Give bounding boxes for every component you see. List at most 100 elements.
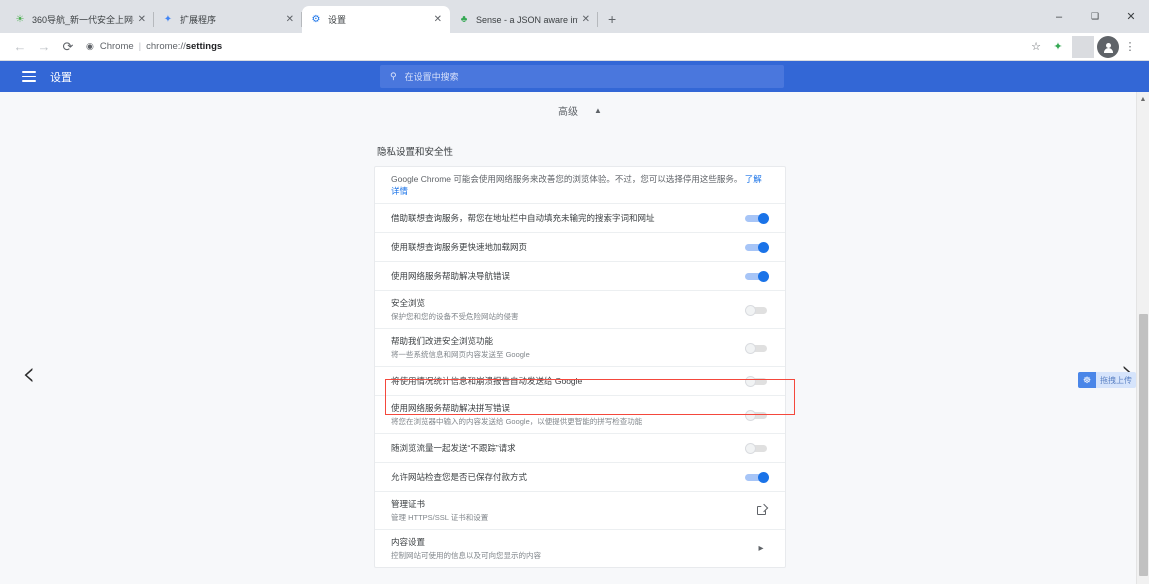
row-title: 内容设置 <box>391 537 426 547</box>
row-text: 帮助我们改进安全浏览功能 将一些系统信息和网页内容发送至 Google <box>391 329 735 366</box>
site-label: Chrome <box>99 41 134 52</box>
privacy-notice-text: Google Chrome 可能会使用网络服务来改善您的浏览体验。不过，您可以选… <box>391 167 769 203</box>
settings-row[interactable]: 管理证书 管理 HTTPS/SSL 证书和设置 <box>375 492 785 530</box>
row-text: 允许网站检查您是否已保存付款方式 <box>391 465 735 489</box>
row-toggle-switch[interactable] <box>745 342 769 354</box>
settings-row[interactable]: 使用网络服务帮助解决拼写错误 将您在浏览器中输入的内容发送给 Google，以便提… <box>375 396 785 434</box>
settings-row[interactable]: 内容设置控制网站可使用的信息以及可向您显示的内容 ▸ <box>375 530 785 567</box>
search-icon: ⚲ <box>390 71 397 81</box>
row-text: 借助联想查询服务，帮您在地址栏中自动填充未输完的搜索字词和网址 <box>391 206 735 230</box>
tab-favicon-icon: ⚙ <box>311 14 321 25</box>
row-title: 使用网络服务帮助解决导航错误 <box>391 271 511 281</box>
tab-close-icon[interactable]: ✕ <box>138 14 146 25</box>
extension-puzzle-icon[interactable]: ✦ <box>1047 36 1069 58</box>
toggle-knob <box>745 376 756 387</box>
settings-row[interactable]: 使用网络服务帮助解决导航错误 <box>375 262 785 291</box>
row-text: 使用网络服务帮助解决拼写错误 将您在浏览器中输入的内容发送给 Google，以便提… <box>391 396 735 433</box>
browser-window: ☀ 360导航_新一代安全上网导航 ✕ ✦ 扩展程序 ✕ ⚙ 设置 ✕ ♣ Sense - a JS… <box>0 0 1149 584</box>
search-placeholder: 在设置中搜索 <box>404 72 459 82</box>
window-controls: – ❑ ✕ <box>1041 0 1149 33</box>
external-link-icon[interactable] <box>753 506 769 515</box>
address-bar[interactable]: ◉ Chrome | chrome://settings <box>86 37 1019 57</box>
tab-title: 设置 <box>328 15 347 25</box>
row-toggle-switch[interactable] <box>745 443 769 454</box>
settings-content: 高级 ▲ 隐私设置和安全性 Google Chrome 可能会使用网络服务来改善… <box>374 92 786 568</box>
tab-close-icon[interactable]: ✕ <box>286 14 294 25</box>
browser-tab[interactable]: ♣ Sense - a JSON aware interfac ✕ <box>450 6 598 33</box>
toggle-knob <box>745 342 756 354</box>
tab-close-icon[interactable]: ✕ <box>582 14 590 25</box>
settings-row[interactable]: 使用联想查询服务更快速地加载网页 <box>375 233 785 262</box>
browser-tab[interactable]: ⚙ 设置 ✕ <box>302 6 450 33</box>
upload-widget[interactable]: ☸ 拖拽上传 <box>1078 372 1136 388</box>
browser-tab[interactable]: ✦ 扩展程序 ✕ <box>154 6 302 33</box>
new-tab-button[interactable]: + <box>608 11 616 27</box>
back-icon[interactable]: ← <box>8 35 32 59</box>
row-text: 使用联想查询服务更快速地加载网页 <box>391 235 735 259</box>
tab-title: Sense - a JSON aware interfac <box>476 14 578 25</box>
row-text: 内容设置控制网站可使用的信息以及可向您显示的内容 <box>391 530 743 567</box>
close-button[interactable]: ✕ <box>1113 0 1149 33</box>
page-prev-arrow[interactable]: ‹ <box>22 357 36 391</box>
minimize-button[interactable]: – <box>1041 0 1077 33</box>
vertical-scrollbar[interactable]: ▲ <box>1136 92 1149 584</box>
advanced-section-toggle[interactable]: 高级 ▲ <box>374 92 786 128</box>
maximize-button[interactable]: ❑ <box>1077 0 1113 33</box>
settings-row[interactable]: 借助联想查询服务，帮您在地址栏中自动填充未输完的搜索字词和网址 <box>375 204 785 233</box>
row-text: 使用网络服务帮助解决导航错误 <box>391 264 735 288</box>
browser-tab[interactable]: ☀ 360导航_新一代安全上网导航 ✕ <box>6 6 154 33</box>
row-toggle-switch[interactable] <box>745 304 769 316</box>
notice-body: Google Chrome 可能会使用网络服务来改善您的浏览体验。不过，您可以选… <box>391 174 743 184</box>
settings-row[interactable]: 将使用情况统计信息和崩溃报告自动发送给 Google <box>375 367 785 396</box>
tab-favicon-icon: ♣ <box>460 14 468 25</box>
forward-icon[interactable]: → <box>32 35 56 59</box>
row-text: 管理证书 管理 HTTPS/SSL 证书和设置 <box>391 492 743 529</box>
row-toggle-switch[interactable] <box>745 242 769 253</box>
omnibox-separator: | <box>138 41 142 52</box>
toggle-knob <box>758 472 769 483</box>
row-text: 安全浏览 保护您和您的设备不受危险网站的侵害 <box>391 291 735 328</box>
page-title: 设置 <box>50 71 72 84</box>
toggle-knob <box>758 271 769 282</box>
row-subtitle: 控制网站可使用的信息以及可向您显示的内容 <box>391 551 541 560</box>
row-toggle-switch[interactable] <box>745 271 769 282</box>
profile-avatar[interactable] <box>1097 35 1119 58</box>
reload-icon[interactable]: ⟳ <box>56 35 80 59</box>
tab-strip: ☀ 360导航_新一代安全上网导航 ✕ ✦ 扩展程序 ✕ ⚙ 设置 ✕ ♣ Sense - a JS… <box>0 0 1149 33</box>
search-input[interactable]: ⚲ 在设置中搜索 <box>380 65 784 88</box>
site-info-icon[interactable]: ◉ <box>86 41 94 52</box>
tab-title: 360导航_新一代安全上网导航 <box>32 15 134 25</box>
notice-line: Google Chrome 可能会使用网络服务来改善您的浏览体验。不过，您可以选… <box>391 173 769 197</box>
row-title: 使用联想查询服务更快速地加载网页 <box>391 242 528 252</box>
upload-widget-label: 拖拽上传 <box>1100 375 1132 385</box>
scroll-up-arrow[interactable]: ▲ <box>1137 92 1149 106</box>
row-toggle-switch[interactable] <box>745 376 769 387</box>
settings-header: 设置 ⚲ 在设置中搜索 <box>0 61 1149 92</box>
section-title-privacy: 隐私设置和安全性 <box>377 147 454 158</box>
tab-favicon-icon: ✦ <box>163 14 173 25</box>
row-toggle-switch[interactable] <box>745 213 769 224</box>
chrome-menu-icon[interactable]: ⋮ <box>1119 36 1141 58</box>
settings-row[interactable]: 允许网站检查您是否已保存付款方式 <box>375 463 785 492</box>
scrollbar-thumb[interactable] <box>1139 314 1148 576</box>
row-toggle-switch[interactable] <box>745 409 769 421</box>
toggle-knob <box>745 409 756 421</box>
hamburger-menu-icon[interactable] <box>22 68 36 85</box>
chevron-right-icon[interactable]: ▸ <box>753 543 769 554</box>
chevron-up-icon: ▲ <box>594 105 602 115</box>
row-title: 使用网络服务帮助解决拼写错误 <box>391 403 511 413</box>
row-toggle-switch[interactable] <box>745 472 769 483</box>
upload-widget-icon: ☸ <box>1078 372 1096 388</box>
row-title: 允许网站检查您是否已保存付款方式 <box>391 472 528 482</box>
settings-row[interactable]: 帮助我们改进安全浏览功能 将一些系统信息和网页内容发送至 Google <box>375 329 785 367</box>
avatar-icon <box>1097 35 1119 58</box>
settings-row[interactable]: 安全浏览 保护您和您的设备不受危险网站的侵害 <box>375 291 785 329</box>
advanced-label: 高级 <box>558 106 579 118</box>
row-subtitle: 将一些系统信息和网页内容发送至 Google <box>391 350 530 359</box>
url-text: chrome://settings <box>146 41 222 52</box>
toolbar-divider <box>1072 35 1094 58</box>
bookmark-star-icon[interactable]: ☆ <box>1025 36 1047 58</box>
privacy-settings-card: Google Chrome 可能会使用网络服务来改善您的浏览体验。不过，您可以选… <box>374 166 786 568</box>
settings-row[interactable]: 随浏览流量一起发送“不跟踪”请求 <box>375 434 785 463</box>
tab-close-icon[interactable]: ✕ <box>434 14 442 25</box>
